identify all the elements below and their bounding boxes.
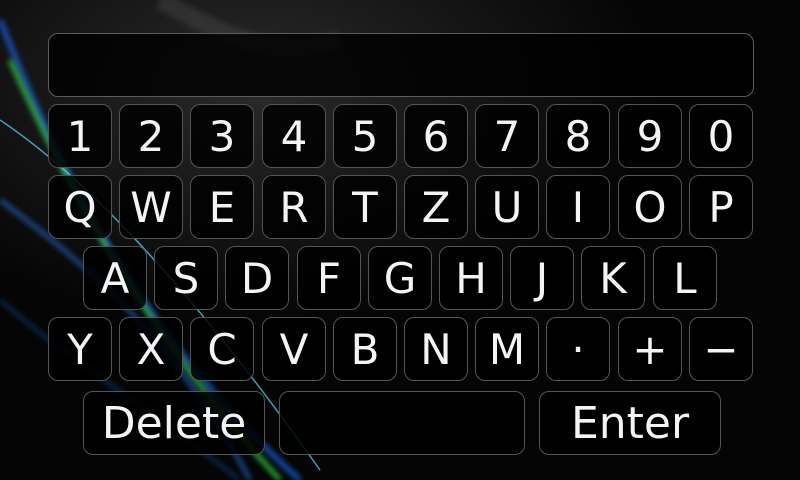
key-bottom-6[interactable]: M xyxy=(475,317,539,381)
key-bottom-3[interactable]: V xyxy=(262,317,326,381)
key-numbers-6[interactable]: 7 xyxy=(475,104,539,168)
key-numbers-1[interactable]: 2 xyxy=(119,104,183,168)
key-numbers-5[interactable]: 6 xyxy=(404,104,468,168)
enter-key[interactable]: Enter xyxy=(539,391,721,455)
key-home-6[interactable]: J xyxy=(510,246,574,310)
key-home-8[interactable]: L xyxy=(653,246,717,310)
space-key[interactable] xyxy=(279,391,525,455)
key-top-6[interactable]: U xyxy=(475,175,539,239)
key-bottom-8[interactable]: + xyxy=(618,317,682,381)
key-top-5[interactable]: Z xyxy=(404,175,468,239)
text-display-field[interactable] xyxy=(48,33,754,97)
key-numbers-3[interactable]: 4 xyxy=(262,104,326,168)
delete-key[interactable]: Delete xyxy=(83,391,265,455)
key-home-5[interactable]: H xyxy=(439,246,503,310)
key-numbers-7[interactable]: 8 xyxy=(546,104,610,168)
key-top-0[interactable]: Q xyxy=(48,175,112,239)
key-top-9[interactable]: P xyxy=(689,175,753,239)
key-home-0[interactable]: A xyxy=(83,246,147,310)
key-bottom-1[interactable]: X xyxy=(119,317,183,381)
key-numbers-9[interactable]: 0 xyxy=(689,104,753,168)
key-home-7[interactable]: K xyxy=(581,246,645,310)
key-bottom-9[interactable]: − xyxy=(689,317,753,381)
key-numbers-4[interactable]: 5 xyxy=(333,104,397,168)
key-top-7[interactable]: I xyxy=(546,175,610,239)
key-numbers-2[interactable]: 3 xyxy=(190,104,254,168)
key-top-8[interactable]: O xyxy=(618,175,682,239)
key-top-1[interactable]: W xyxy=(119,175,183,239)
key-numbers-0[interactable]: 1 xyxy=(48,104,112,168)
key-bottom-0[interactable]: Y xyxy=(48,317,112,381)
key-home-4[interactable]: G xyxy=(368,246,432,310)
key-top-2[interactable]: E xyxy=(190,175,254,239)
key-home-1[interactable]: S xyxy=(154,246,218,310)
key-bottom-2[interactable]: C xyxy=(190,317,254,381)
key-bottom-5[interactable]: N xyxy=(404,317,468,381)
key-numbers-8[interactable]: 9 xyxy=(618,104,682,168)
key-bottom-4[interactable]: B xyxy=(333,317,397,381)
key-top-3[interactable]: R xyxy=(262,175,326,239)
key-bottom-7[interactable]: · xyxy=(546,317,610,381)
key-top-4[interactable]: T xyxy=(333,175,397,239)
key-home-2[interactable]: D xyxy=(225,246,289,310)
key-home-3[interactable]: F xyxy=(297,246,361,310)
